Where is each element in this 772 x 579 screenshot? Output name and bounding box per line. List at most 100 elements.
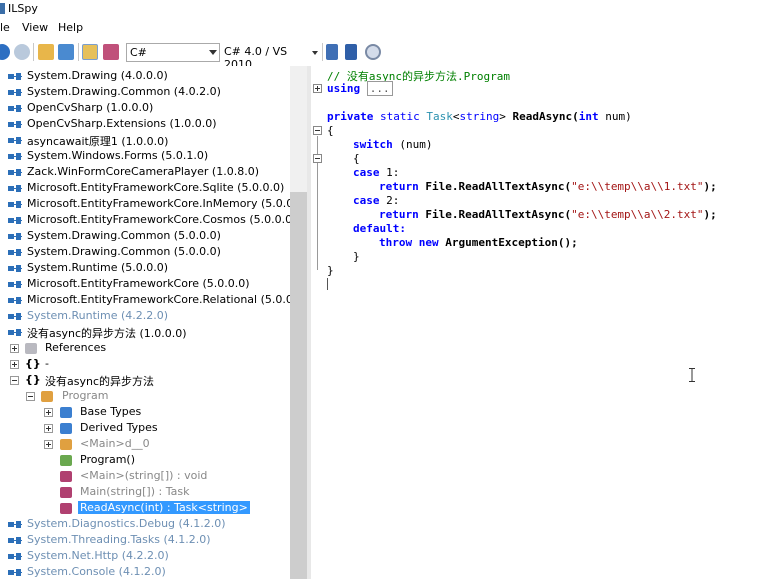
show-all-icon[interactable] [103,44,119,60]
menu-bar: le View Help [0,18,772,38]
reference-icon [8,200,22,209]
tree-scrollbar[interactable] [290,66,307,579]
reference-icon [8,520,22,529]
reference-icon [8,136,22,145]
tree-item-program[interactable]: Program [0,388,290,404]
tree-item-assembly[interactable]: OpenCvSharp (1.0.0.0) [0,100,290,116]
tree-item-assembly[interactable]: System.Drawing.Common (5.0.0.0) [0,244,290,260]
language-select[interactable]: C# [126,43,220,62]
tree-item-assembly[interactable]: Microsoft.EntityFrameworkCore.Cosmos (5.… [0,212,290,228]
tree-item-ctor[interactable]: Program() [0,452,290,468]
tree-item-assembly[interactable]: 没有async的异步方法 (1.0.0.0) [0,324,290,340]
reload-icon[interactable] [58,44,74,60]
nested-class-icon [60,439,72,450]
tree-item-base-types[interactable]: Base Types [0,404,290,420]
reference-icon [8,328,22,337]
reference-icon [8,120,22,129]
menu-help[interactable]: Help [58,21,83,34]
tree-item-main-generated[interactable]: <Main>(string[]) : void [0,468,290,484]
code-view[interactable]: // 没有async的异步方法.Program using ... privat… [311,66,772,579]
tree-item-namespace-empty[interactable]: {} - [0,356,290,372]
toolbar: C# C# 4.0 / VS 2010 [0,38,772,71]
tree-item-assembly[interactable]: System.Net.Http (4.2.2.0) [0,548,290,564]
chevron-down-icon [312,51,318,55]
expand-icon[interactable] [44,440,53,449]
tree-item-references[interactable]: References [0,340,290,356]
tree-item-assembly[interactable]: System.Drawing (4.0.0.0) [0,68,290,84]
show-internal-icon[interactable] [82,44,98,60]
tree-item-assembly[interactable]: System.Console (4.1.2.0) [0,564,290,579]
tree-item-assembly[interactable]: System.Diagnostics.Debug (4.1.2.0) [0,516,290,532]
tree-item-assembly[interactable]: Microsoft.EntityFrameworkCore.Relational… [0,292,290,308]
scrollbar-thumb[interactable] [290,192,307,579]
tree-item-assembly[interactable]: Microsoft.EntityFrameworkCore.InMemory (… [0,196,290,212]
code-using: using ... [327,81,393,96]
expand-icon[interactable] [10,360,19,369]
tree-item-assembly[interactable]: System.Drawing.Common (4.0.2.0) [0,84,290,100]
derived-types-icon [60,423,72,434]
tree-item-derived-types[interactable]: Derived Types [0,420,290,436]
tree-item-assembly[interactable]: Zack.WinFormCoreCameraPlayer (1.0.8.0) [0,164,290,180]
code-signature: private static Task<string> ReadAsync(in… [327,110,632,123]
code-comment: // 没有async的异步方法.Program [327,70,510,83]
reference-icon [8,536,22,545]
back-icon[interactable] [0,44,10,60]
code-open-brace: { [327,124,334,137]
expand-icon[interactable] [44,424,53,433]
tree-item-assembly[interactable]: System.Drawing.Common (5.0.0.0) [0,228,290,244]
reference-icon [8,552,22,561]
forward-icon[interactable] [14,44,30,60]
expand-icon[interactable] [44,408,53,417]
tree-item-assembly[interactable]: System.Windows.Forms (5.0.1.0) [0,148,290,164]
reference-icon [8,168,22,177]
code-return1: return File.ReadAllTextAsync("e:\\temp\\… [379,180,717,193]
assembly-tree[interactable]: System.Drawing (4.0.0.0) System.Drawing.C… [0,66,290,579]
menu-file[interactable]: le [0,21,10,34]
method-icon [60,487,72,498]
tree-item-main[interactable]: Main(string[]) : Task [0,484,290,500]
title-bar: ILSpy [0,0,772,18]
fold-method-icon[interactable] [313,126,322,135]
tree-item-assembly[interactable]: System.Runtime (4.2.2.0) [0,308,290,324]
text-caret [327,278,328,290]
ibeam-cursor-icon [689,368,695,382]
window-title: ILSpy [8,2,38,15]
tree-item-main-d0[interactable]: <Main>d__0 [0,436,290,452]
tree-item-assembly[interactable]: System.Runtime (5.0.0.0) [0,260,290,276]
code-switch-open: { [353,152,360,165]
expand-icon[interactable] [10,344,19,353]
search-icon[interactable] [365,44,381,60]
code-case2: case 2: [353,194,400,207]
menu-view[interactable]: View [22,21,48,34]
reference-icon [8,264,22,273]
reference-icon [8,568,22,577]
tree-item-assembly[interactable]: Microsoft.EntityFrameworkCore.Sqlite (5.… [0,180,290,196]
tree-item-assembly[interactable]: Microsoft.EntityFrameworkCore (5.0.0.0) [0,276,290,292]
tree-item-assembly[interactable]: asyncawait原理1 (1.0.0.0) [0,132,290,148]
reference-icon [8,232,22,241]
constructor-icon [60,455,72,466]
reference-icon [8,312,22,321]
method-icon [60,471,72,482]
collapse-icon[interactable] [26,392,35,401]
fold-using-icon[interactable] [313,84,322,93]
app-icon [0,3,5,14]
open-file-icon[interactable] [38,44,54,60]
sort-icon[interactable] [326,44,338,60]
tree-item-assembly[interactable]: System.Threading.Tasks (4.1.2.0) [0,532,290,548]
reference-icon [8,104,22,113]
reference-icon [8,296,22,305]
tree-item-assembly[interactable]: OpenCvSharp.Extensions (1.0.0.0) [0,116,290,132]
collapse-icon[interactable] [10,376,19,385]
class-icon [41,391,53,402]
code-switch-close: } [353,250,360,263]
code-close-brace: } [327,264,334,277]
reference-icon [8,152,22,161]
reference-icon [8,184,22,193]
tree-item-read-async[interactable]: ReadAsync(int) : Task<string> [0,500,290,516]
code-return2: return File.ReadAllTextAsync("e:\\temp\\… [379,208,717,221]
fold-switch-icon[interactable] [313,154,322,163]
tree-item-namespace[interactable]: {} 没有async的异步方法 [0,372,290,388]
book-icon[interactable] [345,44,357,60]
reference-icon [8,280,22,289]
